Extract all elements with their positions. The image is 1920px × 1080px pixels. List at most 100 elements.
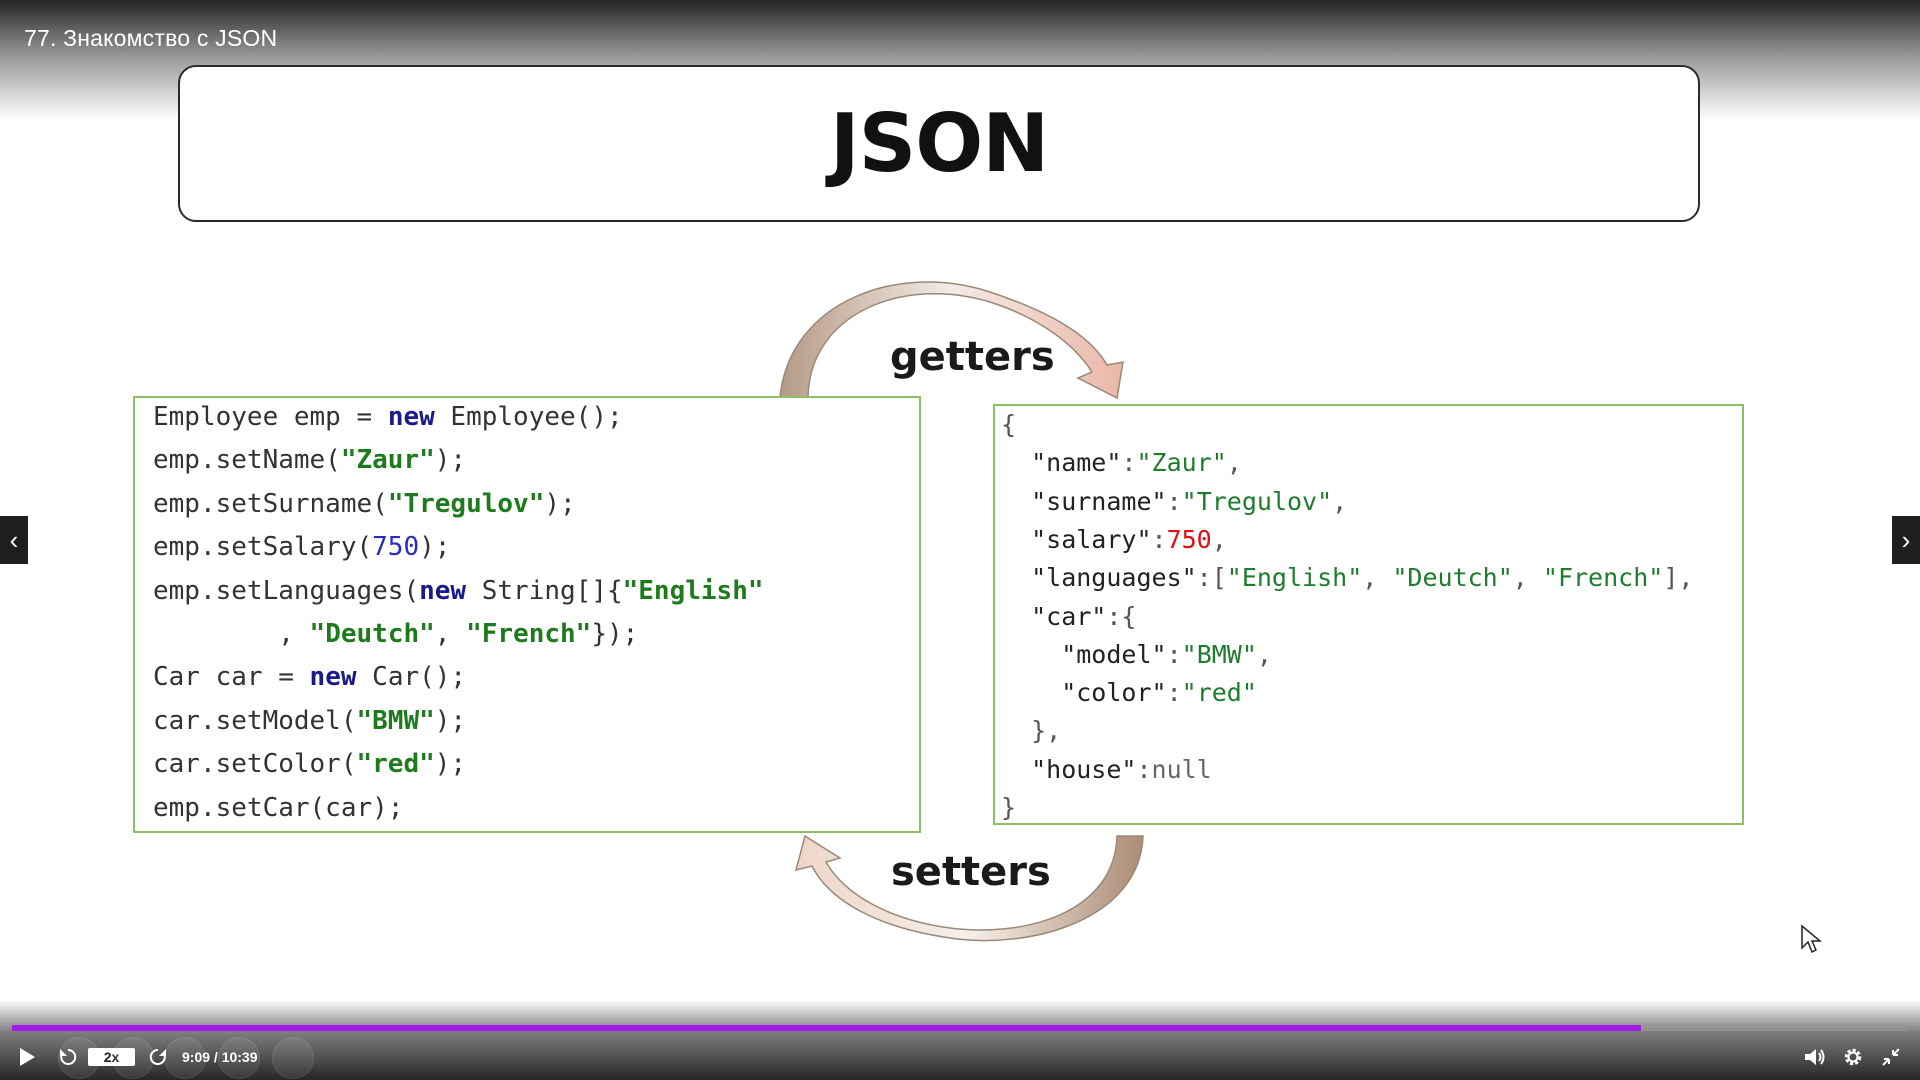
ghost-control: [112, 1037, 154, 1079]
code-token: );: [434, 749, 467, 780]
json-code-line: "languages":["English", "Deutch", "Frenc…: [1001, 563, 1693, 601]
json-code-line: "surname":"Tregulov",: [1001, 487, 1347, 525]
code-token: new: [309, 662, 357, 693]
json-code-line: "house":null: [1001, 755, 1212, 793]
code-token: emp.setLanguages(: [153, 575, 420, 606]
code-token: :: [1166, 639, 1182, 669]
code-token: ,: [1211, 524, 1227, 554]
code-token: "surname": [1001, 486, 1167, 516]
gear-icon: [1844, 1048, 1862, 1066]
java-code-line: emp.setCar(car);: [153, 793, 403, 836]
volume-button[interactable]: [1800, 1040, 1830, 1074]
json-code-line: {: [1001, 410, 1016, 448]
ghost-control: [164, 1037, 206, 1079]
java-code-box: Employee emp = new Employee(); emp.setNam…: [133, 396, 921, 833]
code-token: "BMW": [356, 705, 435, 736]
code-token: :: [1121, 448, 1137, 478]
code-token: );: [419, 532, 451, 563]
code-token: ,: [434, 619, 467, 649]
code-token: :: [1166, 678, 1182, 708]
exit-fullscreen-icon: [1882, 1048, 1900, 1066]
code-token: 750: [1166, 524, 1212, 554]
progress-fill: [12, 1025, 1641, 1031]
code-token: );: [434, 445, 467, 476]
code-token: ],: [1663, 563, 1694, 593]
code-token: :: [1151, 524, 1167, 554]
json-code-box: { "name":"Zaur", "surname":"Tregulov", "…: [993, 404, 1744, 825]
play-icon: [20, 1048, 35, 1066]
ghost-control: [218, 1037, 260, 1079]
code-token: Employee();: [434, 402, 623, 432]
chevron-left-icon: ‹: [9, 524, 19, 555]
code-token: new: [387, 402, 435, 432]
next-slide-button[interactable]: ›: [1892, 516, 1920, 564]
code-token: "Tregulov": [387, 488, 545, 519]
code-token: "name": [1001, 448, 1122, 478]
java-code-line: car.setColor("red");: [153, 749, 466, 792]
code-token: ,: [153, 619, 310, 649]
code-token: });: [591, 619, 639, 649]
code-token: ,: [1512, 563, 1543, 593]
code-token: new: [419, 575, 467, 606]
json-code-line: "model":"BMW",: [1001, 640, 1272, 678]
code-token: );: [544, 488, 576, 519]
prev-slide-button[interactable]: ‹: [0, 516, 28, 564]
setters-label: setters: [891, 849, 1051, 895]
code-token: :[: [1196, 563, 1227, 593]
code-token: {: [1001, 410, 1017, 439]
code-token: "Tregulov": [1181, 486, 1333, 516]
code-token: "red": [1181, 678, 1257, 708]
java-code-line: emp.setLanguages(new String[]{"English": [153, 576, 764, 619]
json-code-line: },: [1001, 716, 1061, 754]
code-token: "house": [1001, 754, 1137, 784]
code-token: "Zaur": [340, 445, 435, 476]
code-token: "color": [1001, 678, 1167, 708]
json-code-line: "color":"red": [1001, 678, 1257, 716]
json-code-line: "name":"Zaur",: [1001, 448, 1242, 486]
java-code-line: , "Deutch", "French"});: [153, 619, 638, 662]
volume-icon: [1805, 1049, 1825, 1065]
java-code-line: emp.setName("Zaur");: [153, 445, 466, 488]
code-token: ,: [1256, 639, 1272, 669]
java-code-line: Car car = new Car();: [153, 662, 466, 705]
code-token: Car car =: [153, 662, 310, 693]
code-token: "French": [466, 619, 592, 649]
ghost-control: [58, 1037, 100, 1079]
code-token: emp.setSalary(: [153, 532, 373, 563]
code-token: Employee emp =: [153, 402, 388, 432]
mouse-cursor-icon: [1801, 924, 1822, 954]
code-token: "English": [1226, 563, 1363, 593]
code-token: ,: [1226, 448, 1242, 478]
json-code-line: "car":{: [1001, 602, 1136, 640]
chevron-right-icon: ›: [1901, 524, 1911, 555]
code-token: "French": [1542, 563, 1664, 593]
code-token: "red": [356, 749, 435, 780]
code-token: "English": [622, 575, 764, 606]
play-button[interactable]: [12, 1040, 42, 1074]
java-code-line: emp.setSalary(750);: [153, 532, 450, 575]
code-token: "car": [1001, 601, 1107, 631]
code-token: car.setModel(: [153, 705, 357, 736]
getters-label: getters: [890, 334, 1055, 380]
code-token: 750: [372, 532, 420, 563]
code-token: String[]{: [466, 575, 623, 606]
code-token: null: [1151, 754, 1212, 784]
code-token: "Deutch": [309, 619, 435, 649]
java-code-line: emp.setSurname("Tregulov");: [153, 489, 576, 532]
code-token: emp.setSurname(: [153, 488, 388, 519]
json-code-line: "salary":750,: [1001, 525, 1227, 563]
code-token: :: [1166, 486, 1182, 516]
code-token: ,: [1332, 486, 1348, 516]
code-token: "Deutch": [1392, 563, 1513, 593]
code-token: emp.setCar(car);: [153, 792, 404, 823]
code-token: "model": [1001, 639, 1167, 669]
code-token: "salary": [1001, 524, 1152, 554]
code-token: "Zaur": [1136, 448, 1227, 478]
progress-bar[interactable]: [12, 1025, 1908, 1031]
code-token: "languages": [1001, 563, 1197, 593]
exit-fullscreen-button[interactable]: [1876, 1040, 1906, 1074]
code-token: );: [434, 705, 467, 736]
settings-button[interactable]: [1838, 1040, 1868, 1074]
java-code-line: Employee emp = new Employee();: [153, 402, 623, 445]
code-token: },: [1001, 716, 1062, 746]
